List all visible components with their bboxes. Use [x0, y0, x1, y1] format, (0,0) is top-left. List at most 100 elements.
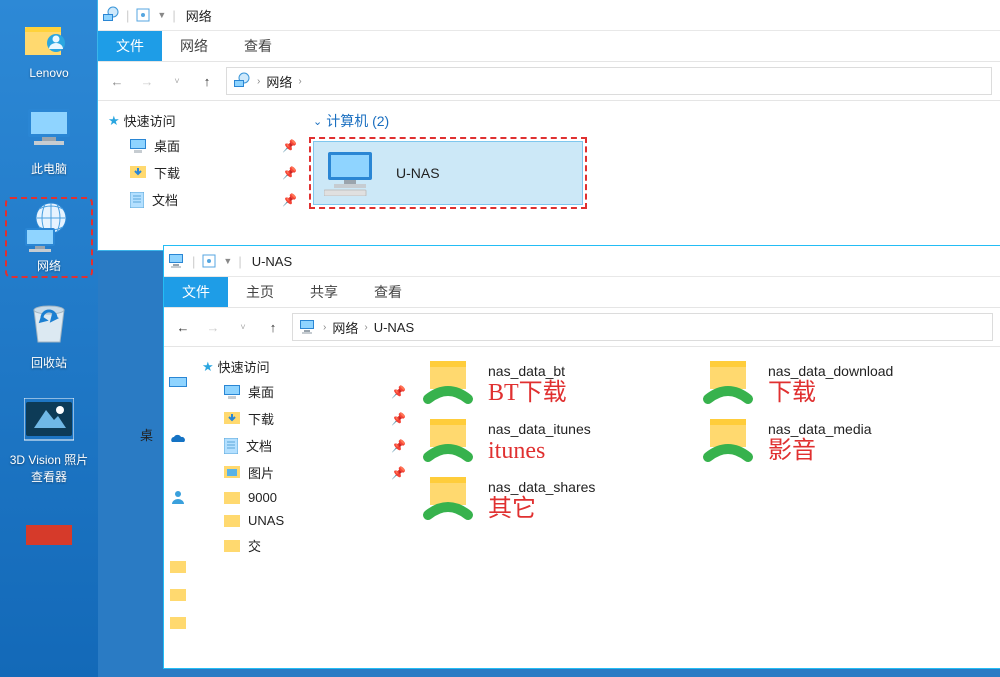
- desktop-item-truncated[interactable]: [9, 509, 89, 565]
- tab-home[interactable]: 主页: [228, 277, 292, 307]
- content-area[interactable]: ⌄ 计算机 (2) U-NAS: [303, 101, 1000, 253]
- folder-icon: [164, 589, 192, 617]
- sidebar-item-label: 下载: [248, 409, 274, 428]
- sidebar: ★ 快速访问 桌面 📌 下载 📌 文档 📌: [98, 101, 303, 253]
- share-item[interactable]: nas_data_bt BT下载: [422, 359, 662, 409]
- qat-dd-icon[interactable]: ▼: [223, 256, 232, 266]
- forward-button[interactable]: →: [202, 316, 224, 338]
- group-header-computers[interactable]: ⌄ 计算机 (2): [313, 111, 990, 131]
- desktop-icon: [224, 385, 240, 399]
- desktop-item-lenovo[interactable]: Lenovo: [9, 10, 89, 80]
- sidebar-item-label: 文档: [152, 190, 178, 209]
- share-name: nas_data_download: [768, 363, 893, 379]
- qat-sep: |: [172, 8, 175, 23]
- sidebar-item-desktop[interactable]: 桌面 📌: [202, 378, 412, 405]
- content-area[interactable]: nas_data_bt BT下载 nas_data_download下载 nas_…: [412, 347, 1000, 669]
- sidebar-item-unas[interactable]: UNAS: [202, 509, 412, 532]
- share-item[interactable]: nas_data_download下载: [702, 359, 942, 409]
- annotation: BT下载: [488, 381, 567, 405]
- sidebar-item-9000[interactable]: 9000: [202, 486, 412, 509]
- pin-icon: 📌: [282, 166, 297, 180]
- folder-icon: [224, 515, 240, 527]
- computer-tile-unas[interactable]: U-NAS: [313, 141, 583, 205]
- sidebar-item-downloads[interactable]: 下载 📌: [202, 405, 412, 432]
- nav-row: ← → ˅ ↑ › 网络 ›: [98, 62, 1000, 101]
- sidebar-item-label: UNAS: [248, 513, 284, 528]
- user-folder-icon: [23, 10, 75, 62]
- download-icon: [224, 412, 240, 426]
- chevron-right-icon[interactable]: ›: [364, 322, 367, 333]
- network-icon: [23, 201, 75, 253]
- pin-icon: 📌: [391, 466, 406, 480]
- sidebar-item-jiao[interactable]: 交: [202, 532, 412, 559]
- recent-dd-icon[interactable]: ˅: [232, 316, 254, 338]
- share-item[interactable]: nas_data_itunesitunes: [422, 417, 662, 467]
- qat-dd-icon[interactable]: ▼: [157, 10, 166, 20]
- desktop: Lenovo 此电脑 网络 回收站 3D Vision 照片查看器: [0, 0, 98, 677]
- forward-button[interactable]: →: [136, 70, 158, 92]
- desktop-item-network[interactable]: 网络: [9, 201, 89, 274]
- share-name: nas_data_bt: [488, 363, 567, 379]
- sidebar-quickaccess[interactable]: ★ 快速访问: [108, 109, 303, 132]
- sidebar-item-downloads[interactable]: 下载 📌: [108, 159, 303, 186]
- sidebar-item-desktop[interactable]: 桌面 📌: [108, 132, 303, 159]
- recent-dd-icon[interactable]: ˅: [166, 70, 188, 92]
- doc-icon: [130, 192, 144, 208]
- chevron-right-icon[interactable]: ›: [323, 322, 326, 333]
- address-bar[interactable]: › 网络 ›: [226, 67, 992, 95]
- crumb-network[interactable]: 网络: [266, 72, 292, 91]
- annotation: 影音: [768, 439, 872, 463]
- sidebar-item-label: 下载: [154, 163, 180, 182]
- sidebar-quickaccess[interactable]: ★ 快速访问: [202, 355, 412, 378]
- chevron-down-icon: ⌄: [313, 115, 322, 128]
- window-title: U-NAS: [252, 254, 292, 269]
- properties-icon[interactable]: [201, 253, 217, 269]
- sidebar-item-documents[interactable]: 文档 📌: [202, 432, 412, 459]
- tab-file[interactable]: 文件: [98, 31, 162, 61]
- folder-icon: [224, 492, 240, 504]
- tab-view[interactable]: 查看: [226, 31, 290, 61]
- crumb-network[interactable]: 网络: [332, 318, 358, 337]
- window-unas: | ▼ | U-NAS 文件 主页 共享 查看 ← → ˅ ↑ › 网络 › U…: [163, 245, 1000, 669]
- share-name: nas_data_shares: [488, 479, 595, 495]
- 3dvision-icon: [23, 395, 75, 447]
- tab-file[interactable]: 文件: [164, 277, 228, 307]
- up-button[interactable]: ↑: [196, 70, 218, 92]
- desktop-item-3dvision[interactable]: 3D Vision 照片查看器: [9, 395, 89, 485]
- sidebar-item-label: 桌面: [248, 382, 274, 401]
- sidebar-item-label: 图片: [248, 463, 274, 482]
- tab-network[interactable]: 网络: [162, 31, 226, 61]
- computer-small-icon: [168, 253, 186, 269]
- chevron-right-icon[interactable]: ›: [257, 76, 260, 87]
- back-button[interactable]: ←: [172, 316, 194, 338]
- desktop-item-this-pc[interactable]: 此电脑: [9, 104, 89, 177]
- sidebar-item-label: 9000: [248, 490, 277, 505]
- titlebar[interactable]: | ▼ | 网络: [98, 0, 1000, 31]
- share-item[interactable]: nas_data_media影音: [702, 417, 942, 467]
- desktop-icon: [130, 139, 146, 153]
- sidebar-item-pictures[interactable]: 图片 📌: [202, 459, 412, 486]
- user-icon: [164, 489, 192, 517]
- sidebar-item-label: 桌面: [154, 136, 180, 155]
- back-button[interactable]: ←: [106, 70, 128, 92]
- ribbon-tabs: 文件 网络 查看: [98, 31, 1000, 62]
- share-name: nas_data_itunes: [488, 421, 591, 437]
- chevron-right-icon[interactable]: ›: [298, 76, 301, 87]
- sidebar: ★ 快速访问 桌面 📌 下载 📌 文档 📌: [192, 347, 412, 669]
- network-share-icon: [702, 359, 756, 409]
- address-bar[interactable]: › 网络 › U-NAS: [292, 313, 993, 341]
- pin-icon: 📌: [282, 193, 297, 207]
- share-item[interactable]: nas_data_shares 其它: [422, 475, 662, 525]
- tab-view[interactable]: 查看: [356, 277, 420, 307]
- crumb-unas[interactable]: U-NAS: [374, 320, 414, 335]
- annotation: 其它: [488, 497, 595, 521]
- app-icon: [23, 509, 75, 561]
- monitor-icon: [164, 377, 192, 405]
- tab-share[interactable]: 共享: [292, 277, 356, 307]
- network-share-icon: [422, 417, 476, 467]
- properties-icon[interactable]: [135, 7, 151, 23]
- desktop-item-recycle[interactable]: 回收站: [9, 298, 89, 371]
- sidebar-item-documents[interactable]: 文档 📌: [108, 186, 303, 213]
- titlebar[interactable]: | ▼ | U-NAS: [164, 246, 1000, 277]
- up-button[interactable]: ↑: [262, 316, 284, 338]
